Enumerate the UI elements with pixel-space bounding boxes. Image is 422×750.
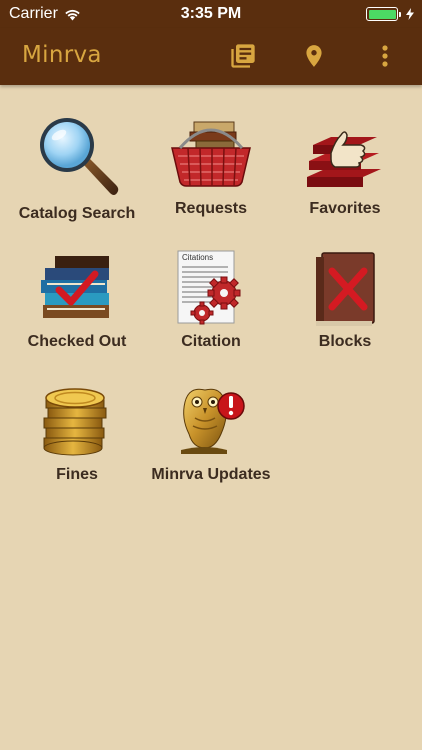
tile-label: Citation [181, 333, 241, 350]
tile-minrva-updates[interactable]: Minrva Updates [141, 351, 281, 484]
app-title: Minrva [22, 42, 102, 68]
tile-requests[interactable]: Requests [141, 85, 281, 218]
library-books-icon[interactable] [228, 41, 258, 71]
status-right [366, 7, 414, 21]
magnifier-icon [32, 115, 122, 201]
status-left: Carrier [9, 5, 81, 23]
books-checkmark-icon [32, 248, 122, 329]
tile-label: Minrva Updates [151, 466, 271, 483]
tile-favorites[interactable]: Favorites [275, 85, 415, 218]
charging-bolt-icon [406, 8, 414, 20]
more-vert-icon[interactable] [370, 41, 400, 71]
coin-stack-icon [32, 381, 122, 462]
tile-label: Favorites [309, 200, 381, 217]
wifi-icon [65, 9, 80, 20]
citation-icon-text: Citations [182, 253, 213, 262]
blocked-book-icon [300, 248, 390, 329]
tile-checked-out[interactable]: Checked Out [7, 218, 147, 351]
citation-gears-icon: Citations [166, 248, 256, 329]
tile-catalog-search[interactable]: Catalog Search [7, 85, 147, 222]
book-basket-icon [166, 115, 256, 196]
tile-label: Fines [56, 466, 98, 483]
location-pin-icon[interactable] [299, 41, 329, 71]
status-bar: Carrier 3:35 PM [0, 0, 422, 28]
tile-label: Checked Out [27, 333, 127, 350]
carrier-label: Carrier [9, 5, 58, 22]
tile-fines[interactable]: Fines [7, 351, 147, 484]
app-bar: Minrva [0, 28, 422, 85]
tile-citation[interactable]: Citations Citation [141, 218, 281, 351]
tile-label: Blocks [318, 333, 372, 350]
tile-label: Requests [174, 200, 248, 217]
owl-alert-icon [166, 381, 256, 462]
thumbs-up-books-icon [300, 115, 390, 196]
battery-icon [366, 7, 401, 21]
tile-blocks[interactable]: Blocks [275, 218, 415, 351]
